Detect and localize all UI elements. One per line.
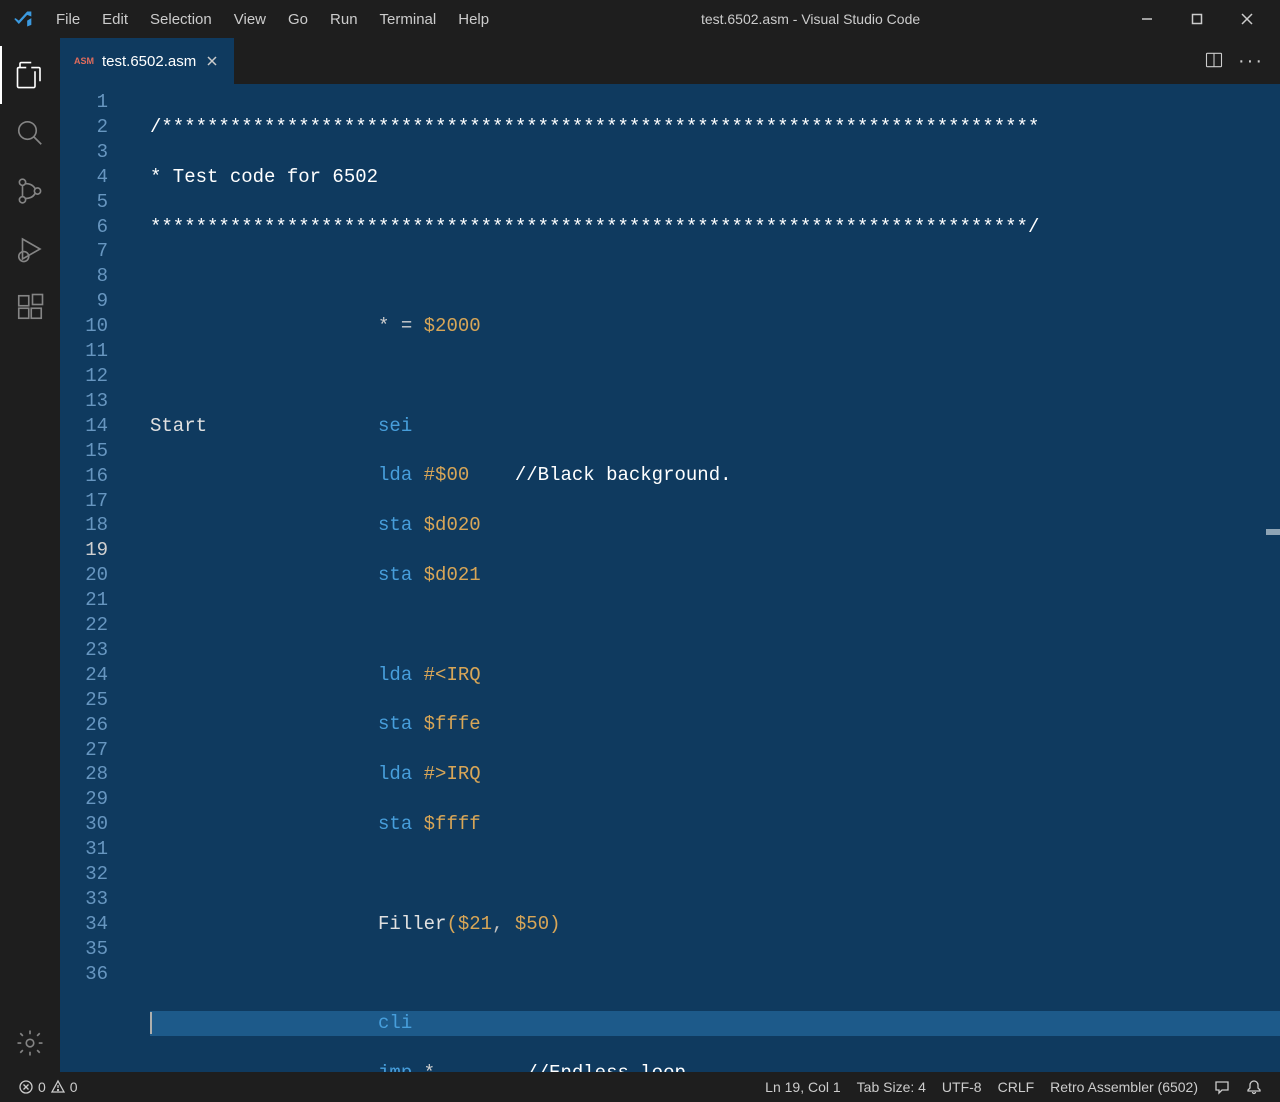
menu-edit[interactable]: Edit [92,7,138,32]
status-errors[interactable]: 0 0 [10,1079,86,1095]
run-debug-icon[interactable] [0,220,60,278]
tab-close-icon[interactable] [204,53,220,69]
text-cursor [150,1012,152,1034]
titlebar: File Edit Selection View Go Run Terminal… [0,0,1280,38]
window-title: test.6502.asm - Visual Studio Code [499,11,1122,27]
editor-tab[interactable]: ASM test.6502.asm [60,38,234,84]
code-area[interactable]: /***************************************… [136,84,1280,1072]
menu-bar: File Edit Selection View Go Run Terminal… [46,7,499,32]
more-actions-icon[interactable]: ··· [1238,50,1264,73]
editor: ASM test.6502.asm ··· 123456789101112131… [60,38,1280,1072]
file-lang-icon: ASM [74,56,94,66]
menu-selection[interactable]: Selection [140,7,222,32]
vscode-icon [8,9,38,29]
close-button[interactable] [1222,0,1272,38]
status-position[interactable]: Ln 19, Col 1 [757,1079,849,1095]
tab-filename: test.6502.asm [102,53,196,70]
menu-help[interactable]: Help [448,7,499,32]
maximize-button[interactable] [1172,0,1222,38]
tabs-row: ASM test.6502.asm ··· [60,38,1280,84]
status-bar: 0 0 Ln 19, Col 1 Tab Size: 4 UTF-8 CRLF … [0,1072,1280,1102]
scrollbar-thumb[interactable] [1266,529,1280,535]
settings-icon[interactable] [0,1014,60,1072]
status-encoding[interactable]: UTF-8 [934,1079,990,1095]
search-icon[interactable] [0,104,60,162]
menu-view[interactable]: View [224,7,276,32]
explorer-icon[interactable] [0,46,60,104]
menu-go[interactable]: Go [278,7,318,32]
activity-bar [0,38,60,1072]
status-tab-size[interactable]: Tab Size: 4 [849,1079,934,1095]
menu-file[interactable]: File [46,7,90,32]
extensions-icon[interactable] [0,278,60,336]
window-controls [1122,0,1272,38]
minimize-button[interactable] [1122,0,1172,38]
status-eol[interactable]: CRLF [990,1079,1043,1095]
menu-terminal[interactable]: Terminal [370,7,447,32]
source-control-icon[interactable] [0,162,60,220]
feedback-icon[interactable] [1206,1079,1238,1095]
notifications-icon[interactable] [1238,1079,1270,1095]
split-editor-icon[interactable] [1204,50,1224,73]
line-gutter[interactable]: 1234567891011121314151617181920212223242… [60,84,136,1072]
status-language[interactable]: Retro Assembler (6502) [1042,1079,1206,1095]
menu-run[interactable]: Run [320,7,368,32]
